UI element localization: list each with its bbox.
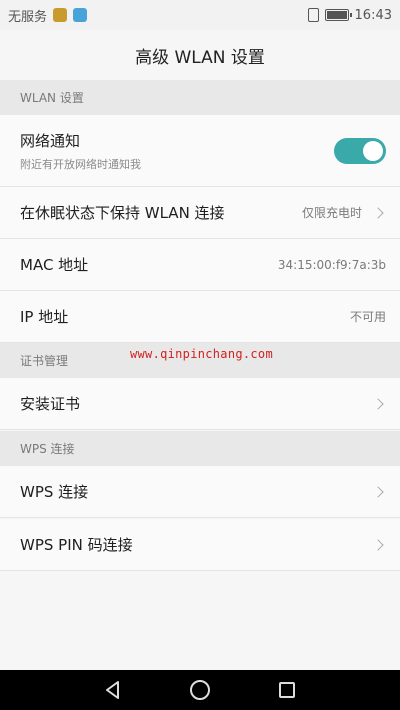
- mac-address-right: 34:15:00:f9:7a:3b: [278, 258, 386, 272]
- battery-icon: [324, 9, 352, 21]
- wps-pin-label: WPS PIN 码连接: [20, 536, 133, 554]
- chevron-right-icon: [372, 206, 384, 219]
- network-notify-sublabel: 附近有开放网络时通知我: [20, 157, 141, 171]
- home-circle-icon: [189, 680, 210, 700]
- recents-button[interactable]: [276, 679, 298, 701]
- title-bar: 高级 WLAN 设置: [0, 30, 400, 80]
- back-triangle-icon: [106, 681, 120, 699]
- sim-icon: [307, 8, 319, 22]
- nav-bar: [0, 670, 400, 710]
- watermark-text: www.qinpinchang.com: [130, 347, 273, 361]
- network-notify-row[interactable]: 网络通知 附近有开放网络时通知我: [0, 115, 400, 187]
- wps-pin-row[interactable]: WPS PIN 码连接: [0, 519, 400, 571]
- install-cert-right: [370, 397, 386, 410]
- network-notify-toggle[interactable]: [334, 137, 386, 164]
- clock-text: 16:43: [354, 7, 392, 23]
- chevron-right-icon: [372, 397, 384, 410]
- keep-wlan-label: 在休眠状态下保持 WLAN 连接: [20, 204, 225, 222]
- notification-message-icon: [73, 8, 88, 22]
- keep-wlan-value: 仅限充电时: [301, 206, 362, 220]
- back-button[interactable]: [102, 679, 124, 701]
- status-bar: 无服务 16:43: [0, 0, 400, 30]
- chevron-right-icon: [372, 538, 384, 551]
- chevron-right-icon: [372, 485, 384, 498]
- wps-connect-label: WPS 连接: [20, 483, 89, 501]
- status-left: 无服务: [8, 6, 88, 25]
- keep-wlan-right: 仅限充电时: [302, 204, 386, 221]
- network-notify-text: 网络通知 附近有开放网络时通知我: [20, 130, 141, 172]
- keep-wlan-row[interactable]: 在休眠状态下保持 WLAN 连接 仅限充电时: [0, 187, 400, 239]
- notification-app-icon: [53, 8, 68, 22]
- status-right: 16:43: [307, 7, 392, 23]
- wps-connect-row[interactable]: WPS 连接: [0, 466, 400, 518]
- section-header-label: WLAN 设置: [20, 91, 84, 105]
- empty-area: [0, 573, 400, 670]
- recents-square-icon: [278, 682, 295, 698]
- home-button[interactable]: [189, 679, 211, 701]
- section-header-label: 证书管理: [20, 354, 69, 368]
- install-cert-label: 安装证书: [20, 395, 81, 413]
- mac-address-row: MAC 地址 34:15:00:f9:7a:3b: [0, 239, 400, 291]
- page-title: 高级 WLAN 设置: [135, 47, 265, 68]
- section-header-label: WPS 连接: [20, 442, 75, 456]
- mac-address-value: 34:15:00:f9:7a:3b: [277, 257, 386, 272]
- install-cert-row[interactable]: 安装证书: [0, 378, 400, 430]
- ip-address-row: IP 地址 不可用: [0, 291, 400, 343]
- toggle-knob: [363, 140, 383, 161]
- ip-address-label: IP 地址: [20, 308, 69, 326]
- section-header-wlan: WLAN 设置: [0, 80, 400, 115]
- ip-address-right: 不可用: [350, 308, 386, 325]
- mac-address-label: MAC 地址: [20, 256, 89, 274]
- wps-connect-right: [370, 485, 386, 498]
- ip-address-value: 不可用: [349, 310, 386, 324]
- section-header-wps: WPS 连接: [0, 431, 400, 466]
- carrier-text: 无服务: [8, 9, 48, 25]
- network-notify-label: 网络通知: [20, 131, 81, 150]
- wps-pin-right: [370, 538, 386, 551]
